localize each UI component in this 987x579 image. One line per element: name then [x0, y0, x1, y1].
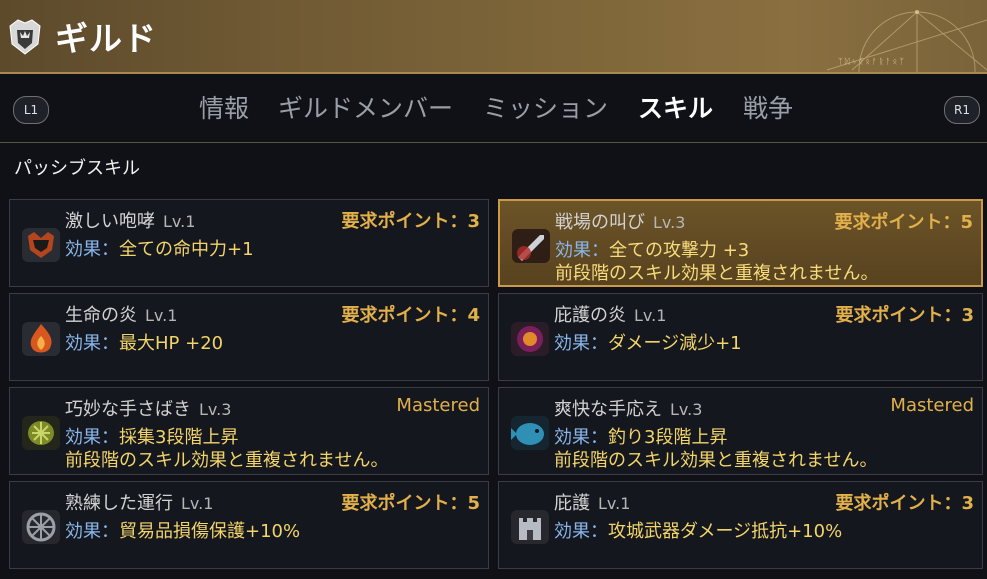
- effect-value: 最大HP +20: [119, 333, 224, 354]
- skill-level: Lv.3: [670, 400, 703, 419]
- mastered-label: Mastered: [890, 395, 974, 416]
- required-points: 要求ポイント：5: [834, 212, 973, 233]
- tab-guild-members[interactable]: ギルドメンバー: [278, 89, 453, 125]
- skill-note: 前段階のスキル効果と重複されません。: [554, 450, 878, 471]
- header-rune-text: ᛉᛞᛃᛝᛟᚨᚱᚨᛟᛉ: [838, 57, 906, 66]
- wheel-icon: [22, 510, 60, 544]
- skill-card-skilled-sailing[interactable]: 熟練した運行 Lv.1 要求ポイント：5 効果：貿易品損傷保護+10%: [9, 481, 489, 569]
- page-title: ギルド: [55, 19, 157, 58]
- skill-name: 庇護の炎: [554, 305, 626, 326]
- effect-value: 攻城武器ダメージ抵抗+10%: [608, 521, 843, 542]
- tab-war[interactable]: 戦争: [743, 89, 793, 125]
- skill-name: 爽快な手応え: [554, 399, 662, 420]
- skill-level: Lv.3: [199, 400, 232, 419]
- effect-value: 全ての攻撃力 +3: [609, 240, 750, 261]
- guild-crest-icon: [8, 16, 42, 60]
- skill-level: Lv.1: [598, 494, 631, 513]
- skill-card-fierce-roar[interactable]: 激しい咆哮 Lv.1 要求ポイント：3 効果：全ての命中力+1: [9, 199, 489, 287]
- l1-button[interactable]: L1: [13, 96, 49, 124]
- effect-value: ダメージ減少+1: [608, 333, 742, 354]
- skill-name: 激しい咆哮: [65, 211, 155, 232]
- required-points: 要求ポイント：5: [341, 493, 480, 514]
- skill-name: 熟練した運行: [65, 493, 173, 514]
- battle-cry-icon: [512, 229, 550, 263]
- gathering-icon: [22, 416, 60, 450]
- mastered-label: Mastered: [396, 395, 480, 416]
- effect-label: 効果：: [65, 521, 119, 542]
- effect-label: 効果：: [554, 427, 608, 448]
- life-flame-icon: [22, 322, 60, 356]
- skill-level: Lv.3: [653, 213, 686, 232]
- r1-button[interactable]: R1: [944, 96, 980, 124]
- fishing-icon: [511, 416, 549, 450]
- skill-level: Lv.1: [145, 306, 178, 325]
- skill-note: 前段階のスキル効果と重複されません。: [555, 263, 879, 284]
- fortress-icon: [511, 510, 549, 544]
- roar-icon: [22, 228, 60, 262]
- divider: [0, 142, 987, 143]
- skill-name: 生命の炎: [65, 305, 137, 326]
- effect-label: 効果：: [554, 521, 608, 542]
- required-points: 要求ポイント：3: [341, 211, 480, 232]
- tab-info[interactable]: 情報: [199, 89, 249, 125]
- effect-value: 採集3段階上昇: [119, 427, 239, 448]
- skill-card-fishing[interactable]: 爽快な手応え Lv.3 Mastered 効果：釣り3段階上昇 前段階のスキル効果…: [498, 387, 983, 475]
- constellation-decoration: [826, 10, 987, 72]
- protect-flame-icon: [511, 322, 549, 356]
- skill-card-life-flame[interactable]: 生命の炎 Lv.1 要求ポイント：4 効果：最大HP +20: [9, 293, 489, 381]
- section-title: パッシブスキル: [14, 158, 140, 179]
- effect-label: 効果：: [554, 333, 608, 354]
- tab-missions[interactable]: ミッション: [483, 89, 608, 125]
- skill-note: 前段階のスキル効果と重複されません。: [65, 450, 389, 471]
- skill-level: Lv.1: [181, 494, 214, 513]
- skill-card-protection[interactable]: 庇護 Lv.1 要求ポイント：3 効果：攻城武器ダメージ抵抗+10%: [498, 481, 983, 569]
- skill-level: Lv.1: [634, 306, 667, 325]
- header-banner: ギルド ᛉᛞᛃᛝᛟᚨᚱᚨᛟᛉ: [0, 0, 987, 74]
- required-points: 要求ポイント：4: [341, 305, 480, 326]
- effect-label: 効果：: [65, 427, 119, 448]
- skill-card-battle-cry[interactable]: 戦場の叫び Lv.3 要求ポイント：5 効果：全ての攻撃力 +3 前段階のスキル効…: [498, 199, 983, 287]
- effect-label: 効果：: [65, 239, 119, 260]
- effect-label: 効果：: [65, 333, 119, 354]
- required-points: 要求ポイント：3: [835, 493, 974, 514]
- skill-card-skillful-hands[interactable]: 巧妙な手さばき Lv.3 Mastered 効果：採集3段階上昇 前段階のスキル効…: [9, 387, 489, 475]
- skill-level: Lv.1: [163, 212, 196, 231]
- required-points: 要求ポイント：3: [835, 305, 974, 326]
- effect-value: 貿易品損傷保護+10%: [119, 521, 301, 542]
- skill-card-protect-flame[interactable]: 庇護の炎 Lv.1 要求ポイント：3 効果：ダメージ減少+1: [498, 293, 983, 381]
- skill-name: 庇護: [554, 493, 590, 514]
- effect-value: 釣り3段階上昇: [608, 427, 728, 448]
- skill-name: 巧妙な手さばき: [65, 399, 191, 420]
- tab-skills[interactable]: スキル: [638, 89, 713, 125]
- effect-value: 全ての命中力+1: [119, 239, 254, 260]
- skill-name: 戦場の叫び: [555, 212, 645, 233]
- effect-label: 効果：: [555, 240, 609, 261]
